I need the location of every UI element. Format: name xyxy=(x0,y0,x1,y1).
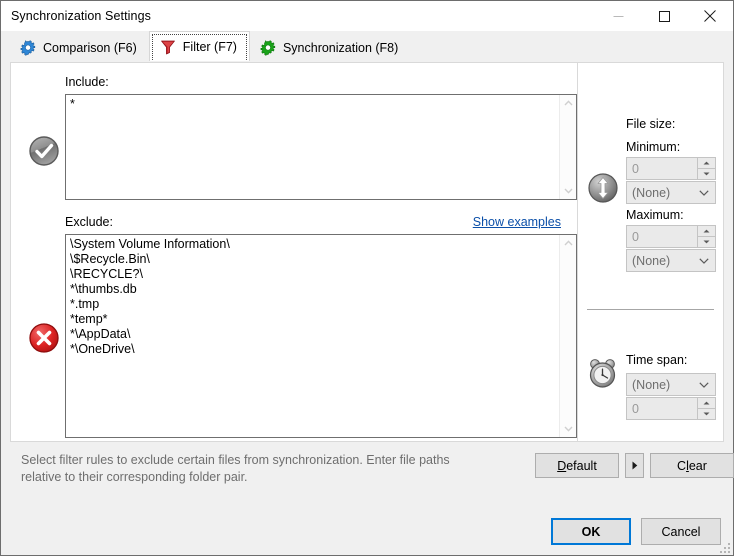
window-controls xyxy=(595,1,733,31)
file-size-heading: File size: xyxy=(626,117,676,131)
close-button[interactable] xyxy=(687,1,733,31)
cancel-button[interactable]: Cancel xyxy=(641,518,721,545)
time-span-unit-value: (None) xyxy=(632,377,671,392)
green-gear-icon xyxy=(260,39,276,56)
synchronization-settings-dialog: Synchronization Settings Comparison (F6)… xyxy=(0,0,734,556)
clear-button[interactable]: Clear xyxy=(650,453,734,478)
default-accel: D xyxy=(557,458,567,473)
exclude-label: Exclude: xyxy=(65,215,113,229)
minimum-size-value: 0 xyxy=(632,161,639,176)
maximum-label: Maximum: xyxy=(626,208,684,222)
maximum-size-value: 0 xyxy=(632,229,639,244)
tab-comparison-label: Comparison (F6) xyxy=(43,40,137,55)
default-rest: efault xyxy=(566,458,597,473)
minimum-size-unit-value: (None) xyxy=(632,185,671,200)
spin-down-icon[interactable] xyxy=(698,169,715,179)
include-textarea[interactable]: * xyxy=(65,94,577,200)
section-divider xyxy=(587,309,714,310)
exclude-text: \System Volume Information\ \$Recycle.Bi… xyxy=(70,237,230,356)
include-exclude-area: Include: * Exclude: Show examples \Syste… xyxy=(11,63,577,441)
default-button[interactable]: Default xyxy=(535,453,619,478)
dialog-buttons: OK Cancel xyxy=(551,518,721,545)
tab-filter-label: Filter (F7) xyxy=(182,40,237,54)
blue-gear-icon xyxy=(20,39,36,56)
clear-rest: ear xyxy=(688,458,707,473)
include-scrollbar[interactable] xyxy=(559,95,576,199)
filter-hint-text: Select filter rules to exclude certain f… xyxy=(21,453,450,484)
default-button-label: Default xyxy=(557,459,597,473)
maximum-size-stepper[interactable]: 0 xyxy=(626,225,716,248)
tab-synchronization-label: Synchronization (F8) xyxy=(282,40,399,55)
scroll-down-icon[interactable] xyxy=(560,183,576,199)
window-title: Synchronization Settings xyxy=(11,9,151,23)
maximum-size-spin-buttons[interactable] xyxy=(697,226,715,247)
red-funnel-icon xyxy=(160,39,176,55)
tab-filter[interactable]: Filter (F7) xyxy=(148,31,250,62)
triangle-right-icon xyxy=(632,461,637,470)
red-x-circle-icon xyxy=(28,322,60,354)
maximum-size-unit-value: (None) xyxy=(632,253,671,268)
scroll-up-icon[interactable] xyxy=(560,235,576,251)
scroll-down-icon[interactable] xyxy=(560,421,576,437)
exclude-scrollbar[interactable] xyxy=(559,235,576,437)
spin-up-icon[interactable] xyxy=(698,398,715,409)
ok-button[interactable]: OK xyxy=(551,518,631,545)
maximize-icon xyxy=(658,10,670,22)
show-examples-link[interactable]: Show examples xyxy=(473,215,561,229)
spin-up-icon[interactable] xyxy=(698,158,715,169)
time-span-spin-buttons[interactable] xyxy=(697,398,715,419)
exclude-textarea[interactable]: \System Volume Information\ \$Recycle.Bi… xyxy=(65,234,577,438)
resize-grip[interactable] xyxy=(718,541,730,553)
tab-strip: Comparison (F6) Filter (F7) Synchronizat… xyxy=(1,31,733,62)
minimum-size-unit-dropdown[interactable]: (None) xyxy=(626,181,716,204)
minimum-label: Minimum: xyxy=(626,140,681,154)
chevron-down-icon xyxy=(699,257,709,264)
minimum-size-spin-buttons[interactable] xyxy=(697,158,715,179)
size-and-timespan-area: File size: Minimum: 0 (None) Maximum: 0 … xyxy=(578,63,723,441)
clear-prefix: C xyxy=(677,458,687,473)
spin-down-icon[interactable] xyxy=(698,409,715,419)
minimize-button[interactable] xyxy=(595,1,641,31)
grey-check-circle-icon xyxy=(28,135,60,167)
include-label: Include: xyxy=(65,75,109,89)
dialog-footer: Select filter rules to exclude certain f… xyxy=(1,442,734,555)
chevron-down-icon xyxy=(699,189,709,196)
close-icon xyxy=(704,10,716,22)
grey-up-down-arrow-icon xyxy=(587,172,619,204)
alarm-clock-icon xyxy=(587,357,619,389)
time-span-heading: Time span: xyxy=(626,353,688,367)
minimum-size-stepper[interactable]: 0 xyxy=(626,157,716,180)
tab-synchronization[interactable]: Synchronization (F8) xyxy=(250,33,410,62)
title-bar: Synchronization Settings xyxy=(1,1,733,31)
minimize-icon xyxy=(613,15,623,17)
time-span-value: 0 xyxy=(632,401,639,416)
maximum-size-unit-dropdown[interactable]: (None) xyxy=(626,249,716,272)
time-span-stepper[interactable]: 0 xyxy=(626,397,716,420)
spin-up-icon[interactable] xyxy=(698,226,715,237)
clear-button-label: Clear xyxy=(677,459,707,473)
default-dropdown-button[interactable] xyxy=(625,453,644,478)
include-text: * xyxy=(70,97,75,111)
time-span-unit-dropdown[interactable]: (None) xyxy=(626,373,716,396)
tab-comparison[interactable]: Comparison (F6) xyxy=(10,33,149,62)
chevron-down-icon xyxy=(699,381,709,388)
filter-action-buttons: Default Clear xyxy=(535,453,734,478)
scroll-up-icon[interactable] xyxy=(560,95,576,111)
maximize-button[interactable] xyxy=(641,1,687,31)
filter-settings-panel: Include: * Exclude: Show examples \Syste… xyxy=(10,62,724,442)
spin-down-icon[interactable] xyxy=(698,237,715,247)
